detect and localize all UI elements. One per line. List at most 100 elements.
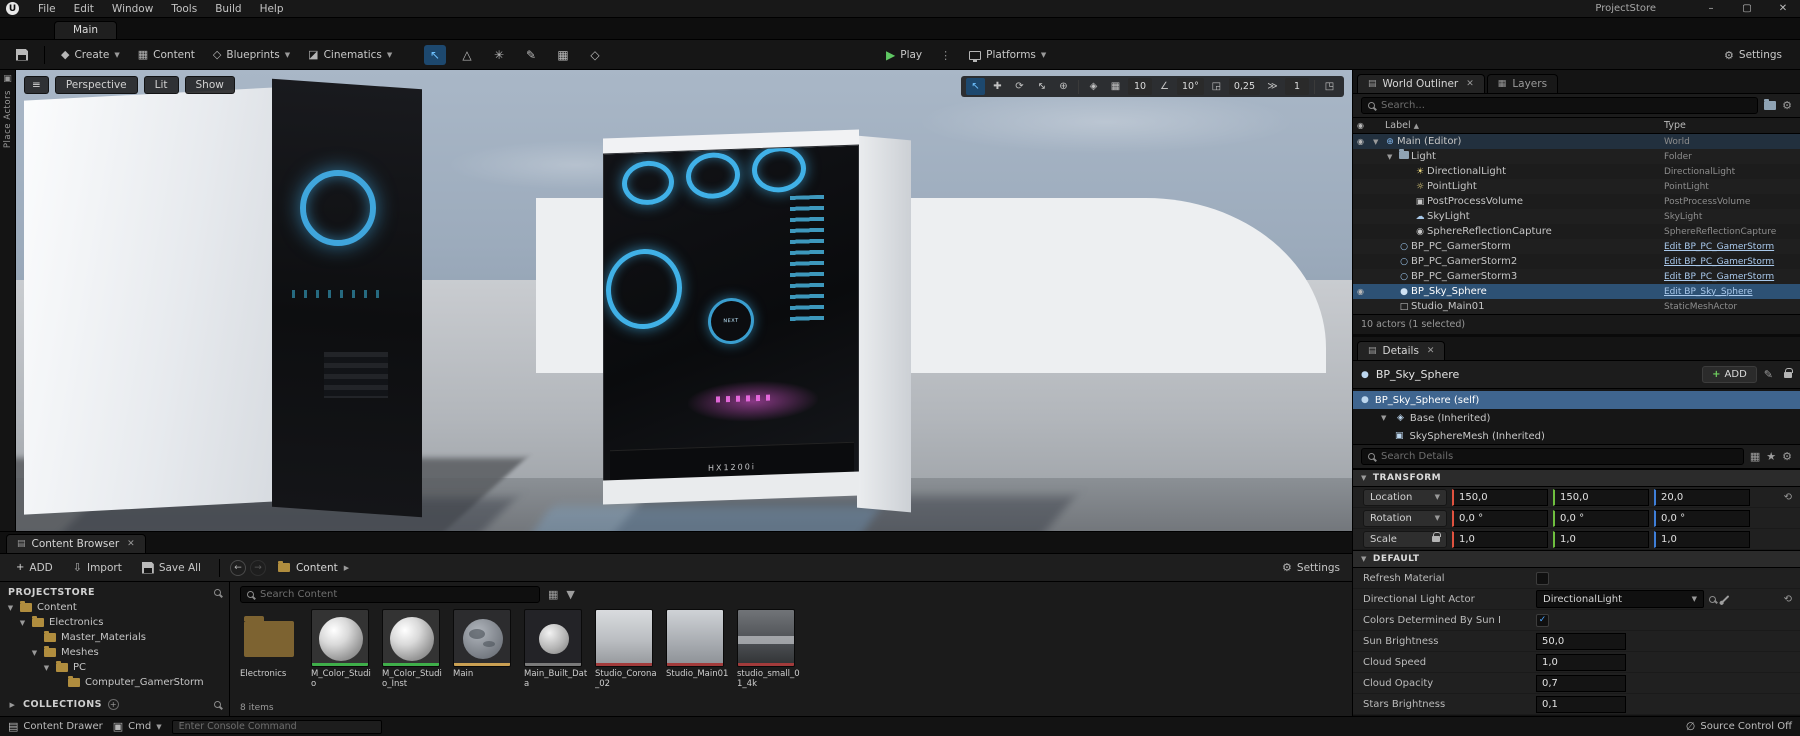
component-row-base[interactable]: ▼ ◈ Base (Inherited) [1353,409,1800,427]
edit-blueprint-link[interactable]: Edit BP_Sky_Sphere [1664,287,1796,297]
world-space-toggle-icon[interactable]: ⊕ [1054,78,1073,95]
forward-button[interactable]: → [249,559,266,576]
outliner-row-post-process-volume[interactable]: ▣ PostProcessVolume PostProcessVolume [1353,194,1800,209]
landscape-mode-icon[interactable]: △ [456,45,478,65]
details-search-box[interactable] [1361,448,1744,465]
brush-edit-mode-icon[interactable]: ✎ [520,45,542,65]
pc-case-right[interactable]: NEXT HX1200i [603,128,911,513]
edit-blueprint-link[interactable]: Edit BP_PC_GamerStorm [1664,242,1796,252]
outliner-settings-icon[interactable]: ⚙ [1782,99,1792,112]
label-column-header[interactable]: Label [1385,120,1411,131]
location-dropdown[interactable]: Location ▼ [1363,488,1447,506]
tree-item-electronics[interactable]: ▼ Electronics [0,615,229,630]
source-control-status[interactable]: ∅ Source Control Off [1686,720,1792,733]
outliner-row-bp-pc-gamerstorm2[interactable]: ○ BP_PC_GamerStorm2 Edit BP_PC_GamerStor… [1353,254,1800,269]
level-tab-main[interactable]: Main [54,21,118,39]
expand-caret-icon[interactable]: ▼ [42,664,51,672]
play-options-kebab-icon[interactable]: ⋮ [936,49,955,62]
menu-build[interactable]: Build [206,0,250,18]
visibility-eye-icon[interactable]: ◉ [1357,137,1371,146]
outliner-row-sky-light[interactable]: ☁ SkyLight SkyLight [1353,209,1800,224]
browse-to-asset-icon[interactable] [1709,595,1716,603]
component-row-sky-sphere-mesh[interactable]: ▣ SkySphereMesh (Inherited) [1353,427,1800,444]
close-icon[interactable]: ✕ [127,539,135,549]
refresh-material-checkbox[interactable] [1536,571,1549,585]
outliner-row-main-editor[interactable]: ◉ ▼ ⊕ Main (Editor) World [1353,134,1800,149]
tab-world-outliner[interactable]: ▤ World Outliner ✕ [1357,74,1485,93]
visibility-eye-icon[interactable]: ◉ [1357,287,1371,296]
eyedropper-icon[interactable] [1721,595,1730,603]
new-folder-icon[interactable] [1764,99,1777,110]
view-options-icon[interactable]: ▦ [1750,450,1760,463]
outliner-row-bp-pc-gamerstorm[interactable]: ○ BP_PC_GamerStorm Edit BP_PC_GamerStorm [1353,239,1800,254]
tree-item-meshes[interactable]: ▼ Meshes [0,645,229,660]
outliner-row-bp-sky-sphere[interactable]: ◉ ● BP_Sky_Sphere Edit BP_Sky_Sphere [1353,284,1800,299]
content-drawer-button[interactable]: ▤ Content Drawer [8,720,103,733]
scale-z-field[interactable] [1654,530,1750,548]
stars-brightness-field[interactable] [1536,695,1626,713]
outliner-search-input[interactable] [1381,100,1752,111]
camera-speed-value[interactable]: 1 [1285,78,1309,95]
edit-blueprint-link[interactable]: Edit BP_PC_GamerStorm [1664,272,1796,282]
tree-item-pc[interactable]: ▼ PC [0,660,229,675]
component-row-self[interactable]: ● BP_Sky_Sphere (self) [1353,391,1800,409]
scale-tool-icon[interactable]: ↔ [1029,74,1054,99]
lock-icon[interactable] [1784,367,1793,378]
close-icon[interactable]: ✕ [1427,346,1435,356]
level-viewport[interactable]: NEXT HX1200i ≡ Perspective Lit Show ↖ ✚ … [16,70,1352,531]
rotation-z-field[interactable] [1654,509,1750,527]
expand-caret-icon[interactable]: ▼ [30,649,39,657]
outliner-row-directional-light[interactable]: ☀ DirectionalLight DirectionalLight [1353,164,1800,179]
asset-tile-material-instance[interactable]: M_Color_Studio_Inst [382,609,446,702]
viewport-options-icon[interactable]: ≡ [24,76,49,94]
search-icon[interactable] [214,701,221,708]
add-button[interactable]: + ADD [8,559,61,577]
window-minimize-button[interactable]: – [1700,3,1722,14]
outliner-row-bp-pc-gamerstorm3[interactable]: ○ BP_PC_GamerStorm3 Edit BP_PC_GamerStor… [1353,269,1800,284]
rotation-snap-icon[interactable]: ∠ [1155,78,1174,95]
content-button[interactable]: ▦ Content [130,45,203,64]
menu-window[interactable]: Window [103,0,162,18]
rotation-snap-value[interactable]: 10° [1177,78,1204,95]
close-icon[interactable]: ✕ [1466,79,1474,89]
edit-blueprint-icon[interactable]: ✎ [1764,368,1773,381]
window-close-button[interactable]: ✕ [1772,3,1794,14]
content-browser-settings-button[interactable]: ⚙ Settings [1282,561,1340,574]
outliner-row-sphere-reflection-capture[interactable]: ◉ SphereReflectionCapture SphereReflecti… [1353,224,1800,239]
scale-lock-icon[interactable] [1432,532,1441,542]
expand-caret-icon[interactable]: ▼ [18,619,27,627]
foliage-mode-icon[interactable]: ✳ [488,45,510,65]
platforms-button[interactable]: Platforms ▼ [961,46,1054,64]
search-content-box[interactable] [240,586,540,603]
outliner-column-header[interactable]: ◉ Label ▲ Type [1353,118,1800,134]
cinematics-button[interactable]: ◪ Cinematics ▼ [300,45,400,64]
tab-layers[interactable]: ▦ Layers [1486,74,1559,93]
sun-brightness-field[interactable] [1536,632,1626,650]
viewport-maximize-icon[interactable]: ◳ [1320,78,1339,95]
rotation-x-field[interactable] [1452,509,1548,527]
unreal-logo-icon[interactable]: U [6,2,19,15]
import-button[interactable]: ⇩ Import [65,558,130,577]
outliner-row-light-folder[interactable]: ▼ Light Folder [1353,149,1800,164]
reset-to-default-icon[interactable]: ⟲ [1784,492,1792,503]
outliner-search-box[interactable] [1361,97,1759,114]
edit-blueprint-link[interactable]: Edit BP_PC_GamerStorm [1664,257,1796,267]
select-tool-icon[interactable]: ↖ [966,78,985,95]
back-button[interactable]: ← [229,559,246,576]
grid-snap-icon[interactable]: ▦ [1106,78,1125,95]
save-search-icon[interactable]: ▦ [548,588,558,601]
expand-caret-icon[interactable]: ▼ [1381,414,1391,422]
grid-snap-value[interactable]: 10 [1128,78,1152,95]
place-actors-tab[interactable]: ▣ Place Actors [0,70,16,531]
tree-item-master-materials[interactable]: Master_Materials [0,630,229,645]
play-button[interactable]: ▶ Play [878,45,930,65]
search-content-input[interactable] [260,589,533,600]
scale-dropdown[interactable]: Scale [1363,530,1447,548]
default-section-header[interactable]: ▼ DEFAULT [1353,550,1800,568]
camera-speed-icon[interactable]: ≫ [1263,78,1282,95]
location-y-field[interactable] [1553,488,1649,506]
select-mode-icon[interactable]: ↖ [424,45,446,65]
cmd-button[interactable]: ▣ Cmd ▼ [113,720,162,733]
details-search-input[interactable] [1381,451,1737,462]
outliner-row-point-light[interactable]: ☼ PointLight PointLight [1353,179,1800,194]
